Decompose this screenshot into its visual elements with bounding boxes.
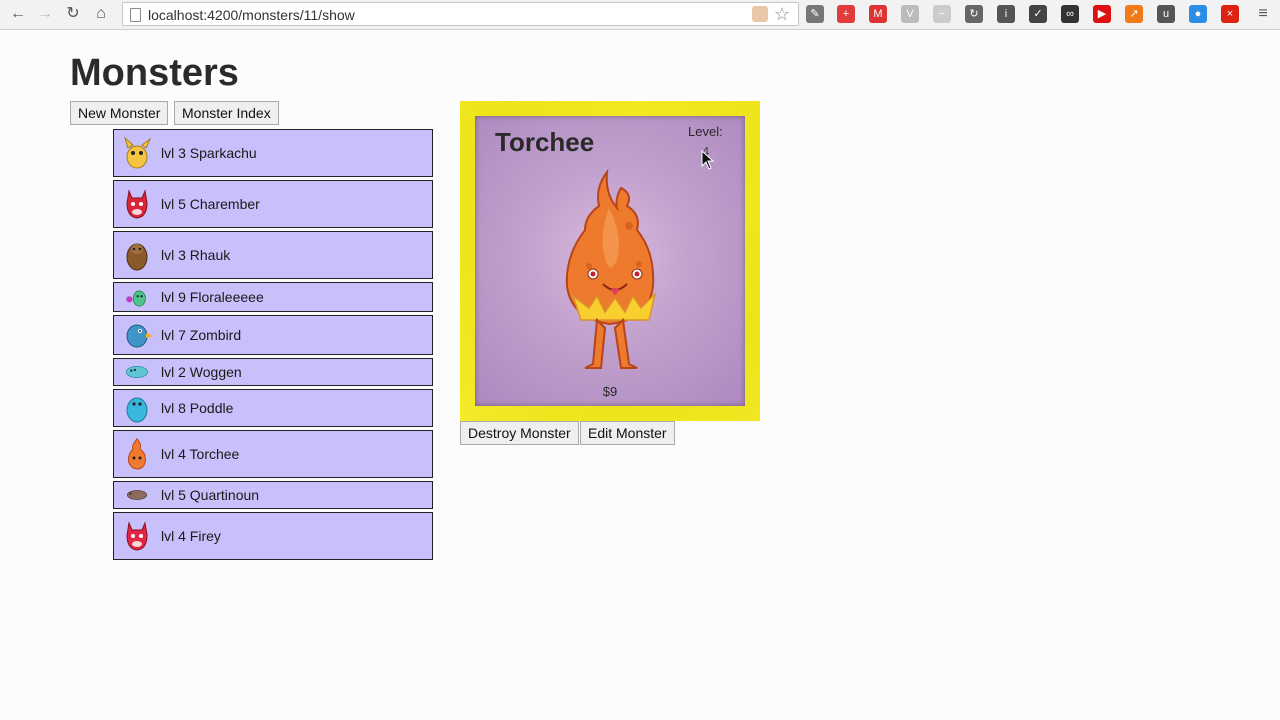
video-icon[interactable]: ▶ <box>1093 5 1111 23</box>
poddle-icon <box>126 397 148 423</box>
back-icon[interactable]: ← <box>8 4 28 24</box>
extension-badge-icon[interactable] <box>752 6 768 22</box>
v-extension-icon[interactable]: V <box>901 5 919 23</box>
page-icon <box>130 8 141 22</box>
monster-index-button[interactable]: Monster Index <box>174 101 279 125</box>
destroy-monster-button[interactable]: Destroy Monster <box>460 421 579 445</box>
address-url: localhost:4200/monsters/11/show <box>148 7 355 23</box>
torchee-portrait <box>565 168 657 369</box>
monster-row-firey[interactable]: lvl 4 Firey <box>113 512 433 560</box>
monster-price: $9 <box>602 384 618 399</box>
monster-label: lvl 8 Poddle <box>161 400 234 416</box>
monster-label: lvl 4 Torchee <box>161 446 240 462</box>
monster-row-woggen[interactable]: lvl 2 Woggen <box>113 358 433 386</box>
pocket-icon[interactable]: ✓ <box>1029 5 1047 23</box>
monster-label: lvl 9 Floraleeeee <box>161 289 264 305</box>
monster-label: lvl 5 Quartinoun <box>161 487 260 503</box>
monster-name: Torchee <box>495 127 595 157</box>
forward-icon[interactable]: → <box>35 4 55 24</box>
firey-icon <box>126 521 148 551</box>
gmail-icon[interactable]: M <box>869 5 887 23</box>
reload-icon[interactable]: ↻ <box>63 4 83 24</box>
address-bar[interactable]: localhost:4200/monsters/11/show ☆ <box>122 2 799 26</box>
page-title: Monsters <box>70 52 239 94</box>
monster-row-torchee[interactable]: lvl 4 Torchee <box>113 430 433 478</box>
info-icon[interactable]: i <box>997 5 1015 23</box>
level-label: Level: <box>688 124 723 139</box>
off-extension-icon[interactable]: × <box>1221 5 1239 23</box>
mouse-pointer-icon <box>701 150 715 170</box>
monster-row-zombird[interactable]: lvl 7 Zombird <box>113 315 433 355</box>
bookmark-star-icon[interactable]: ☆ <box>774 4 790 25</box>
sparkachu-icon <box>124 136 152 169</box>
monster-row-poddle[interactable]: lvl 8 Poddle <box>113 389 433 427</box>
monster-row-sparkachu[interactable]: lvl 3 Sparkachu <box>113 129 433 177</box>
plus-extension-icon[interactable]: + <box>837 5 855 23</box>
eyedropper-icon[interactable]: ✎ <box>806 5 824 23</box>
mask-icon[interactable]: ∞ <box>1061 5 1079 23</box>
monster-label: lvl 3 Sparkachu <box>161 145 257 161</box>
monster-label: lvl 7 Zombird <box>161 327 242 343</box>
new-monster-button[interactable]: New Monster <box>70 101 169 125</box>
torchee-icon <box>128 438 146 470</box>
charember-icon <box>126 189 148 219</box>
sync-icon[interactable]: ↻ <box>965 5 983 23</box>
minus-extension-icon[interactable]: − <box>933 5 951 23</box>
quartinoun-icon <box>126 490 148 500</box>
home-icon[interactable]: ⌂ <box>91 4 111 24</box>
globe-icon[interactable]: ● <box>1189 5 1207 23</box>
browser-toolbar: ← → ↻ ⌂ localhost:4200/monsters/11/show … <box>0 0 1280 30</box>
ublock-icon[interactable]: u <box>1157 5 1175 23</box>
monster-row-rhauk[interactable]: lvl 3 Rhauk <box>113 231 433 279</box>
zombird-icon <box>126 324 153 348</box>
monster-row-floraleeeee[interactable]: lvl 9 Floraleeeee <box>113 282 433 312</box>
chart-extension-icon[interactable]: ↗ <box>1125 5 1143 23</box>
monster-label: lvl 5 Charember <box>161 196 260 212</box>
rhauk-icon <box>126 243 148 271</box>
monster-label: lvl 2 Woggen <box>161 364 242 380</box>
edit-monster-button[interactable]: Edit Monster <box>580 421 675 445</box>
monster-label: lvl 3 Rhauk <box>161 247 231 263</box>
menu-icon[interactable]: ≡ <box>1253 4 1273 24</box>
floraleeeee-icon <box>126 290 146 307</box>
woggen-icon <box>126 366 148 378</box>
monster-row-quartinoun[interactable]: lvl 5 Quartinoun <box>113 481 433 509</box>
monster-card-frame: Torchee Level: 4 $9 <box>460 101 760 421</box>
monster-row-charember[interactable]: lvl 5 Charember <box>113 180 433 228</box>
monster-label: lvl 4 Firey <box>161 528 221 544</box>
